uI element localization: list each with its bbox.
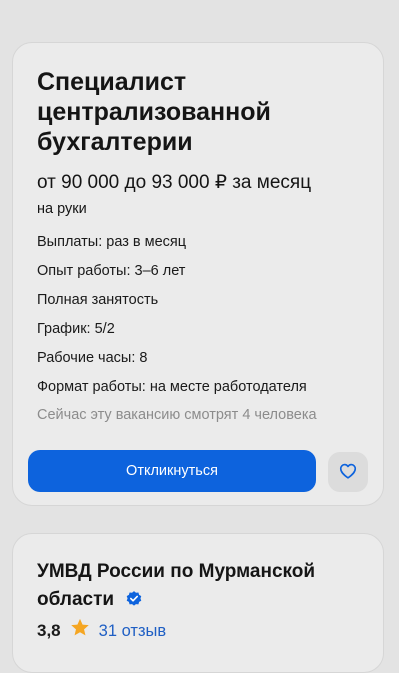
star-icon [70, 618, 90, 643]
rating-value: 3,8 [37, 620, 61, 640]
detail-schedule: График: 5/2 [37, 321, 115, 337]
detail-hours: Рабочие часы: 8 [37, 350, 148, 366]
vacancy-card: Специалист централизованной бухгалтерии … [12, 42, 384, 506]
detail-employment: Полная занятость [37, 292, 159, 308]
detail-work-format: Формат работы: на месте работодателя [37, 379, 307, 395]
company-card: УМВД России по Мурманской области 3,8 31… [12, 533, 384, 673]
verified-check-icon [125, 589, 143, 617]
detail-payments: Выплаты: раз в месяц [37, 234, 187, 250]
company-name-block[interactable]: УМВД России по Мурманской области [37, 558, 357, 617]
company-name: УМВД России по Мурманской области [37, 561, 316, 610]
reviews-link[interactable]: 31 отзыв [99, 620, 167, 642]
apply-button[interactable]: Откликнуться [28, 450, 316, 492]
rating-row: 3,8 31 отзыв [37, 618, 166, 643]
favorite-button[interactable] [328, 452, 368, 492]
heart-icon [339, 463, 357, 482]
detail-experience: Опыт работы: 3–6 лет [37, 263, 186, 279]
salary-note: на руки [37, 201, 87, 217]
viewers-count: Сейчас эту вакансию смотрят 4 человека [37, 407, 317, 423]
salary: от 90 000 до 93 000 ₽ за месяц [37, 172, 312, 193]
vacancy-title: Специалист централизованной бухгалтерии [37, 68, 271, 156]
vacancy-details: Выплаты: раз в месяц Опыт работы: 3–6 ле… [37, 233, 307, 407]
